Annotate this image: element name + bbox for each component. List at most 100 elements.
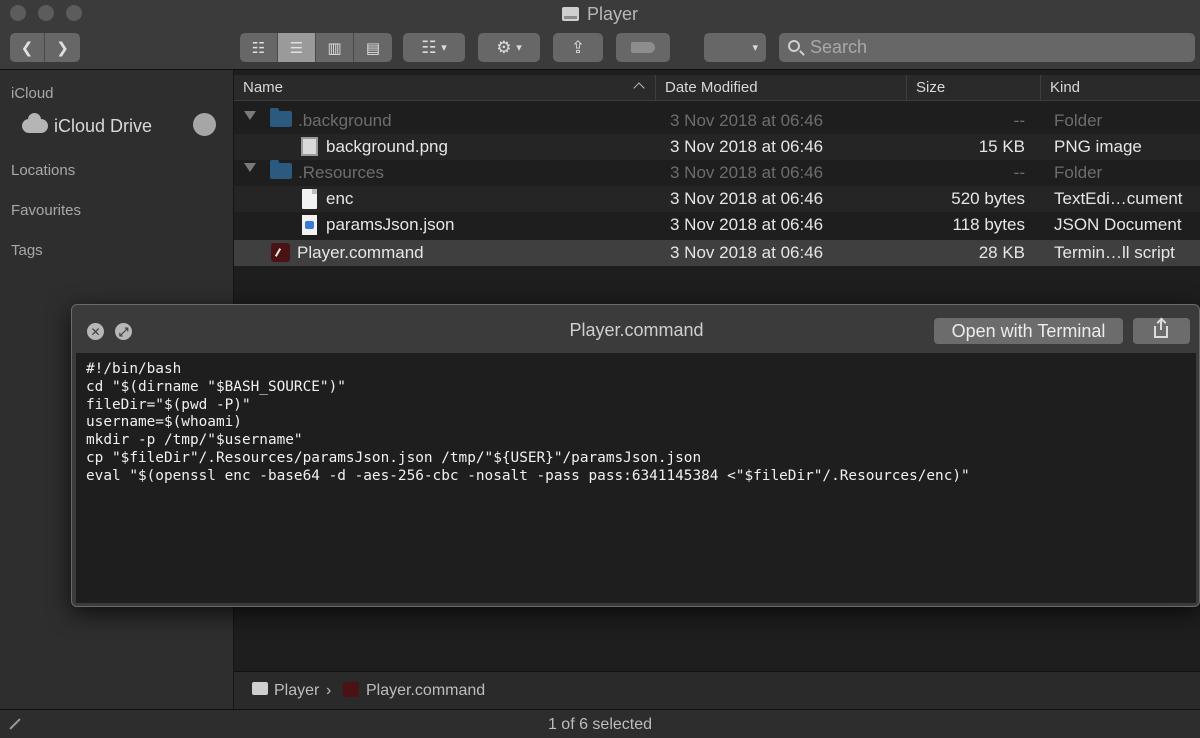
file-name: enc: [326, 189, 354, 208]
file-size: 15 KB: [978, 137, 1025, 156]
view-mode-group: ☷ ☰ ▥ ▤: [240, 33, 392, 62]
search-field[interactable]: [779, 33, 1195, 62]
share-button[interactable]: ⇪: [553, 33, 603, 62]
group-by-button[interactable]: ☷ ▾: [403, 33, 465, 62]
window-title-text: Player: [586, 4, 639, 24]
sidebar-section-icloud: iCloud: [11, 85, 54, 102]
list-view-icon: ☰: [289, 39, 304, 57]
sidebar-section-favourites[interactable]: Favourites: [11, 202, 81, 219]
column-header-size[interactable]: Size: [906, 75, 1040, 101]
disk-icon: [252, 682, 268, 695]
sidebar-item-icloud-drive[interactable]: iCloud Drive: [22, 113, 222, 138]
sync-status-icon: [193, 113, 216, 136]
file-kind: PNG image: [1054, 137, 1142, 156]
disk-icon: [561, 7, 579, 21]
file-size: --: [1013, 111, 1025, 130]
file-size: 28 KB: [978, 243, 1025, 262]
quicklook-panel: ✕ ⤢ Player.command Open with Terminal #!…: [71, 304, 1200, 607]
sort-ascending-icon: [633, 82, 645, 94]
column-header-name-label: Name: [243, 79, 284, 96]
sidebar-section-tags[interactable]: Tags: [11, 242, 43, 259]
file-date: 3 Nov 2018 at 06:46: [670, 243, 824, 262]
gallery-view-icon: ▤: [365, 39, 381, 57]
file-name: paramsJson.json: [326, 215, 455, 234]
window-title: Player: [0, 4, 1200, 25]
column-view-button[interactable]: ▥: [316, 33, 354, 62]
table-row[interactable]: enc 3 Nov 2018 at 06:46 520 bytes TextEd…: [234, 186, 1200, 212]
share-icon: ⇪: [570, 37, 586, 57]
file-name: background.png: [326, 137, 448, 156]
folder-icon: [270, 108, 292, 127]
column-header-date-label: Date Modified: [665, 79, 758, 96]
table-row-selected[interactable]: Player.command 3 Nov 2018 at 06:46 28 KB…: [234, 240, 1200, 266]
chevron-right-icon: ❯: [56, 39, 69, 57]
gallery-view-button[interactable]: ▤: [354, 33, 392, 62]
table-row[interactable]: .background 3 Nov 2018 at 06:46 -- Folde…: [234, 108, 1200, 134]
sidebar-item-label: iCloud Drive: [54, 115, 153, 136]
quicklook-content: #!/bin/bash cd "$(dirname "$BASH_SOURCE"…: [76, 353, 1196, 603]
file-date: 3 Nov 2018 at 06:46: [670, 189, 824, 208]
path-bar: Player › Player.command: [234, 671, 1200, 709]
file-kind: Termin…ll script: [1054, 243, 1175, 262]
column-header-name[interactable]: Name: [234, 75, 655, 101]
back-button[interactable]: ❮: [10, 33, 45, 62]
disclosure-triangle-icon[interactable]: [244, 111, 256, 120]
group-grid-icon: ☷: [421, 37, 437, 57]
table-row[interactable]: paramsJson.json 3 Nov 2018 at 06:46 118 …: [234, 212, 1200, 238]
action-button[interactable]: ⚙ ▾: [478, 33, 540, 62]
list-view-button[interactable]: ☰: [278, 33, 316, 62]
path-separator-icon: ›: [326, 682, 332, 699]
command-file-icon: [343, 682, 359, 697]
icon-view-button[interactable]: ☷: [240, 33, 278, 62]
text-file-icon: [302, 189, 317, 209]
file-date: 3 Nov 2018 at 06:46: [670, 111, 824, 130]
column-header-date[interactable]: Date Modified: [655, 75, 906, 101]
file-size: 520 bytes: [951, 189, 1025, 208]
file-kind: Folder: [1054, 111, 1103, 130]
status-bar: 1 of 6 selected: [0, 709, 1200, 738]
command-file-icon: [271, 243, 290, 262]
column-header-size-label: Size: [916, 79, 946, 96]
open-with-terminal-button[interactable]: Open with Terminal: [934, 318, 1123, 344]
back-forward-group: ❮ ❯: [10, 33, 80, 62]
quicklook-share-button[interactable]: [1133, 318, 1190, 344]
file-name: Player.command: [297, 243, 424, 262]
tag-icon: [631, 42, 655, 53]
file-kind: JSON Document: [1054, 215, 1182, 234]
search-input[interactable]: [810, 36, 1180, 59]
chevron-down-icon: ▾: [441, 42, 447, 54]
file-kind: Folder: [1054, 163, 1103, 182]
file-kind: TextEdi…cument: [1054, 189, 1183, 208]
cloud-icon: [22, 113, 48, 133]
file-size: 118 bytes: [952, 215, 1025, 234]
table-row[interactable]: background.png 3 Nov 2018 at 06:46 15 KB…: [234, 134, 1200, 160]
icon-view-icon: ☷: [251, 39, 266, 57]
chevron-down-icon: ▾: [752, 42, 758, 54]
chevron-left-icon: ❮: [20, 39, 34, 57]
tags-button[interactable]: [616, 33, 670, 62]
disclosure-triangle-icon[interactable]: [244, 163, 256, 172]
table-row[interactable]: .Resources 3 Nov 2018 at 06:46 -- Folder: [234, 160, 1200, 186]
toolbar: ❮ ❯ ☷ ☰ ▥ ▤ ☷ ▾ ⚙ ▾ ⇪ ▾: [0, 28, 1200, 70]
sidebar-section-locations[interactable]: Locations: [11, 162, 75, 179]
path-item-player-command[interactable]: Player.command: [366, 682, 485, 700]
json-file-icon: [302, 215, 317, 235]
file-name: .background: [298, 111, 392, 130]
folder-icon: [270, 160, 292, 179]
search-icon: [788, 40, 800, 52]
share-icon: [1154, 319, 1168, 338]
file-date: 3 Nov 2018 at 06:46: [670, 163, 824, 182]
status-text: 1 of 6 selected: [547, 716, 653, 733]
image-file-icon: [301, 137, 318, 156]
column-header-kind[interactable]: Kind: [1040, 75, 1200, 101]
chevron-down-icon: ▾: [516, 42, 522, 54]
path-dropdown-button[interactable]: ▾: [704, 33, 766, 62]
file-size: --: [1013, 163, 1025, 182]
path-item-player[interactable]: Player: [274, 682, 319, 700]
forward-button[interactable]: ❯: [45, 33, 80, 62]
file-name: .Resources: [298, 163, 384, 182]
column-header-kind-label: Kind: [1050, 79, 1081, 96]
window-titlebar: Player: [0, 0, 1200, 28]
column-view-icon: ▥: [327, 39, 342, 57]
file-date: 3 Nov 2018 at 06:46: [670, 137, 824, 156]
